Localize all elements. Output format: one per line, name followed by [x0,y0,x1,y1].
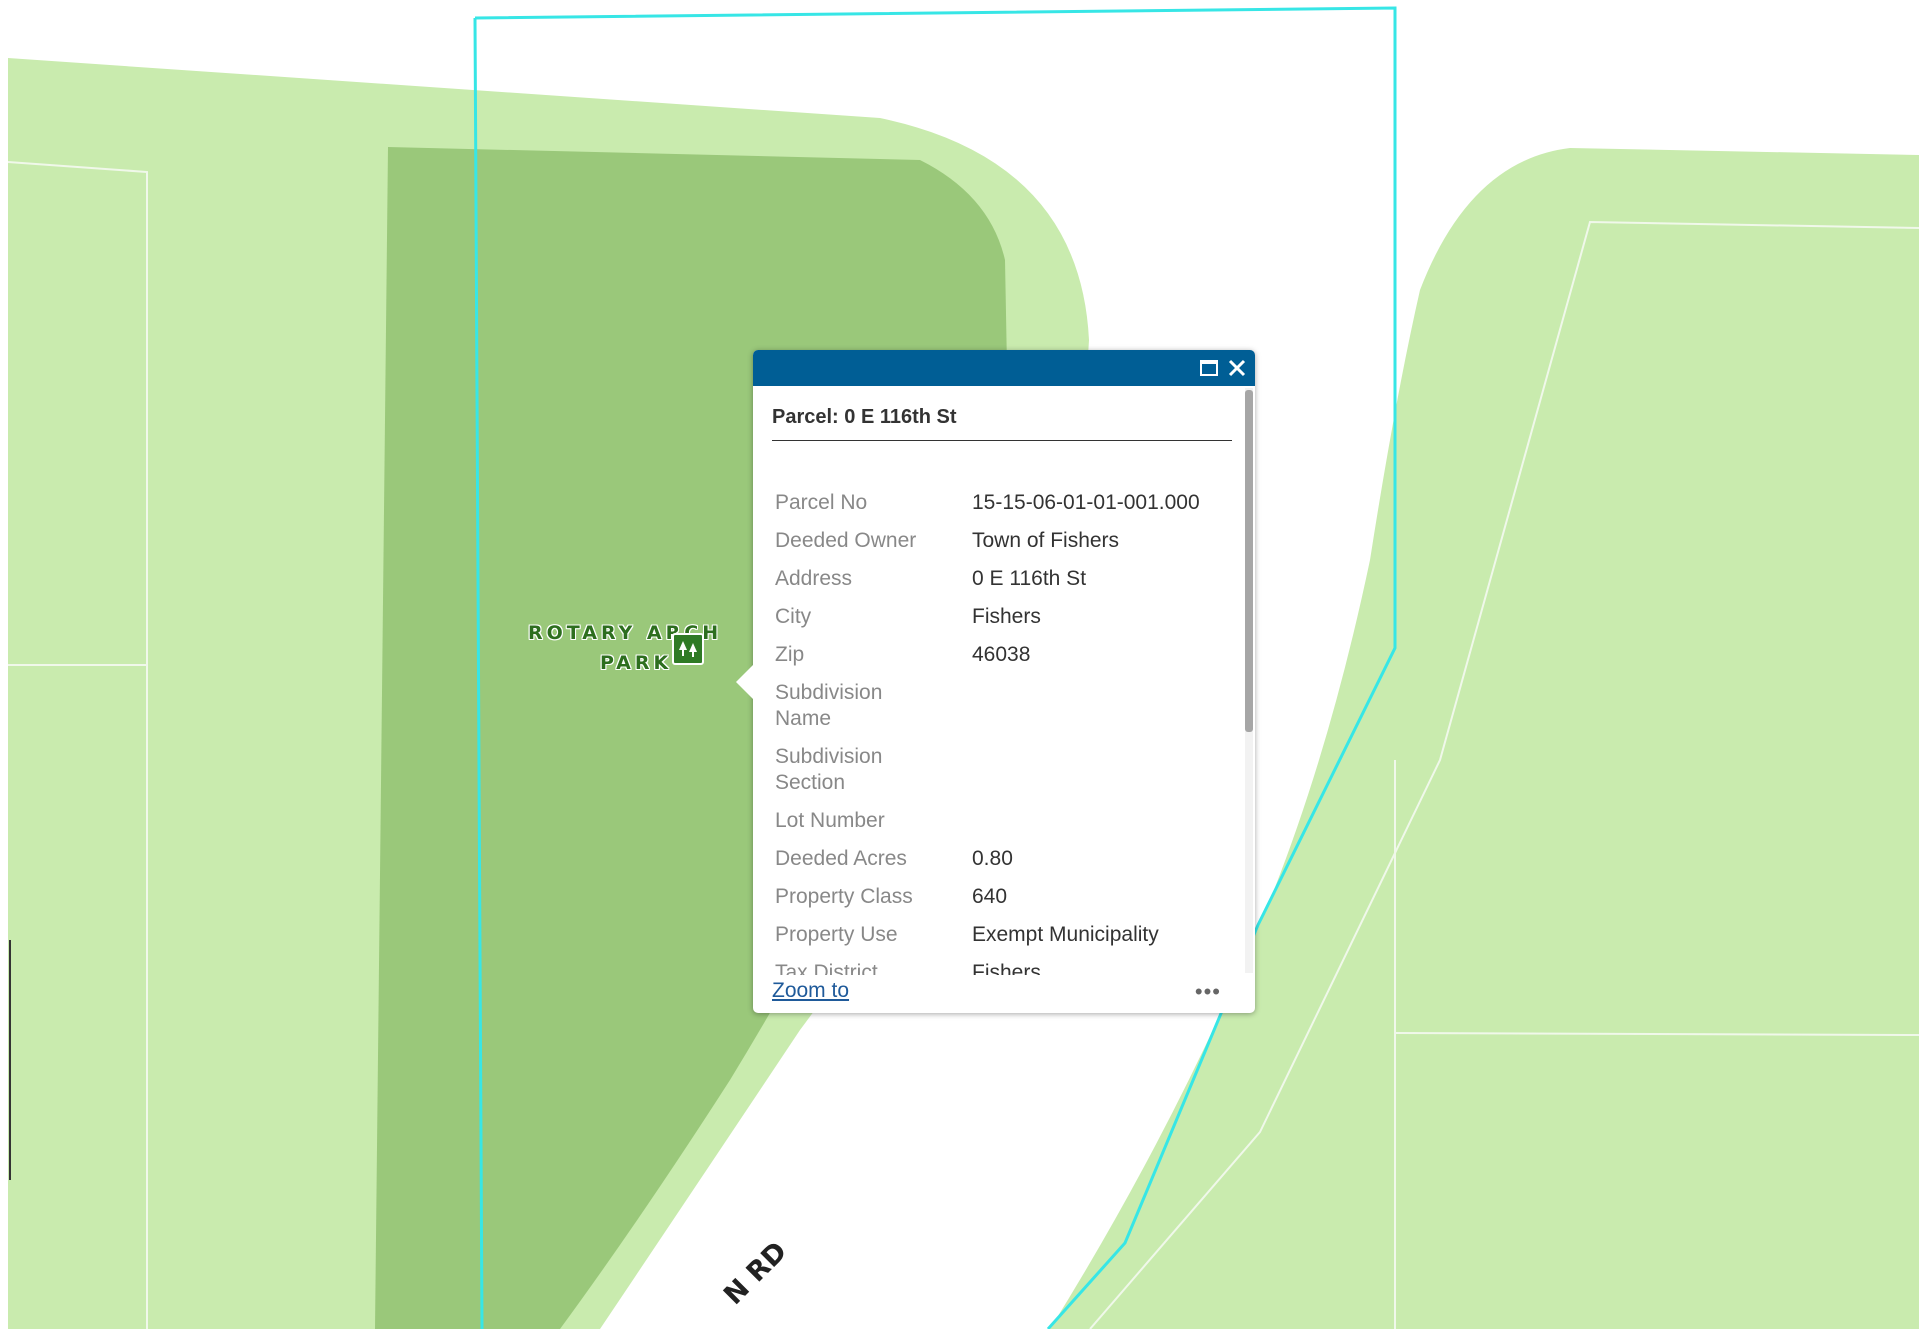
popup-header [753,350,1255,386]
close-icon[interactable] [1225,356,1249,380]
attribute-row: Property Use Exempt Municipality [772,916,1200,954]
attribute-row: Address 0 E 116th St [772,560,1200,598]
attribute-value: 0.80 [972,847,1013,870]
attribute-row: Property Class 640 [772,878,1200,916]
attribute-value: Town of Fishers [972,529,1120,552]
scrollbar-thumb[interactable] [1245,390,1253,732]
attribute-row: Zip 46038 [772,636,1200,674]
popup-content[interactable]: Parcel: 0 E 116th St Parcel No 15-15-06-0… [753,386,1255,975]
attribute-value: 640 [972,885,1008,908]
attribute-row: Deeded Acres 0.80 [772,840,1200,878]
popup-pointer [736,665,753,699]
attribute-value: 46038 [972,643,1031,666]
attribute-label: Subdivision Section [775,745,883,794]
attribute-label: Property Use [775,923,898,946]
attribute-value: Exempt Municipality [972,923,1159,946]
attribute-value: 0 E 116th St [972,567,1087,590]
attribute-label: Property Class [775,885,913,908]
attribute-label: Zip [775,643,805,666]
attribute-value: Fishers [972,605,1041,628]
attribute-row: Subdivision Section [772,738,1200,802]
attribute-value [972,802,1200,840]
zoom-to-link[interactable]: Zoom to [772,979,849,1003]
popup-footer: Zoom to ••• [753,975,1255,1013]
maximize-icon[interactable] [1197,356,1221,380]
attribute-label: Lot Number [775,809,885,832]
attribute-row: Deeded Owner Town of Fishers [772,522,1200,560]
park-icon[interactable] [672,633,704,665]
more-options-button[interactable]: ••• [1195,979,1221,1005]
parcel-popup: Parcel: 0 E 116th St Parcel No 15-15-06-0… [736,350,1255,1013]
attribute-value [972,674,1200,738]
attribute-label: Subdivision Name [775,681,883,730]
attribute-label: Deeded Owner [775,529,917,552]
attribute-row: Lot Number [772,802,1200,840]
attribute-label: Address [775,567,853,590]
popup-title: Parcel: 0 E 116th St [772,406,1232,441]
attribute-label: Deeded Acres [775,847,907,870]
attribute-value: 15-15-06-01-01-001.000 [972,491,1200,514]
attribute-label: City [775,605,812,628]
attribute-row: Parcel No 15-15-06-01-01-001.000 [772,484,1200,522]
attribute-row: Tax District Fishers [772,954,1200,975]
attribute-row: City Fishers [772,598,1200,636]
attribute-table: Parcel No 15-15-06-01-01-001.000 Deeded Ow… [772,484,1200,975]
attribute-value: Fishers [972,961,1041,975]
attribute-label: Tax District [775,961,878,975]
attribute-label: Parcel No [775,491,868,514]
attribute-row: Subdivision Name [772,674,1200,738]
attribute-value [972,738,1200,802]
